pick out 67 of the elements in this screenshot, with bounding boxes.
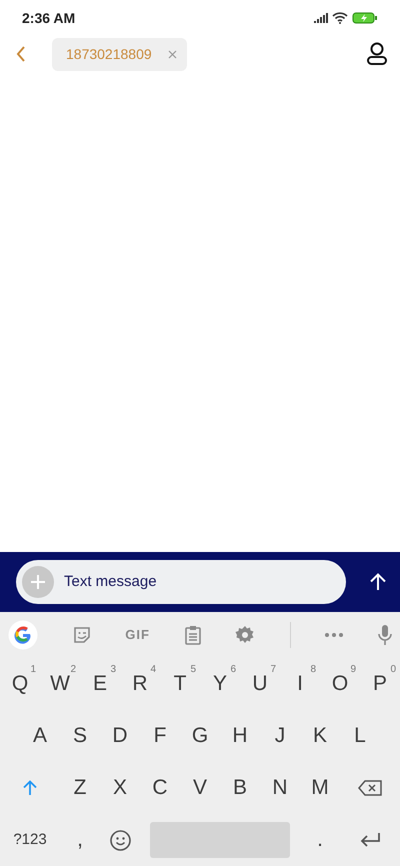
google-button[interactable] bbox=[8, 620, 38, 650]
recipient-number: 18730218809 bbox=[66, 44, 152, 64]
key-hint: 1 bbox=[30, 663, 36, 677]
key[interactable]: D bbox=[100, 710, 140, 762]
key[interactable]: P 0 bbox=[360, 658, 400, 710]
key[interactable]: N bbox=[260, 762, 300, 814]
key[interactable]: U 7 bbox=[240, 658, 280, 710]
smiley-icon bbox=[110, 830, 130, 850]
status-time: 2:36 AM bbox=[22, 8, 76, 28]
key[interactable]: M bbox=[300, 762, 340, 814]
key[interactable]: O 9 bbox=[320, 658, 360, 710]
contact-button[interactable] bbox=[366, 42, 388, 66]
sticker-icon bbox=[72, 626, 91, 644]
key[interactable]: Q 1 bbox=[0, 658, 40, 710]
key[interactable]: V bbox=[180, 762, 220, 814]
key[interactable]: R 4 bbox=[120, 658, 160, 710]
microphone-button[interactable] bbox=[378, 625, 392, 645]
key[interactable]: B bbox=[220, 762, 260, 814]
key[interactable]: C bbox=[140, 762, 180, 814]
key-hint: 6 bbox=[230, 663, 236, 677]
send-button[interactable] bbox=[370, 573, 386, 591]
key[interactable]: . bbox=[300, 814, 340, 866]
more-icon bbox=[325, 633, 344, 637]
settings-button[interactable] bbox=[235, 625, 256, 645]
key-hint: 2 bbox=[70, 663, 76, 677]
microphone-icon bbox=[378, 625, 392, 645]
key[interactable]: A bbox=[20, 710, 60, 762]
key[interactable]: L bbox=[340, 710, 380, 762]
symbols-key[interactable]: ?123 bbox=[0, 814, 60, 866]
plus-icon bbox=[30, 574, 46, 590]
key[interactable]: Y 6 bbox=[200, 658, 240, 710]
attach-button[interactable] bbox=[22, 566, 54, 598]
key[interactable]: J bbox=[260, 710, 300, 762]
key[interactable]: G bbox=[180, 710, 220, 762]
settings-icon bbox=[235, 625, 256, 645]
google-g-icon bbox=[8, 620, 38, 650]
key-hint: 9 bbox=[350, 663, 356, 677]
key[interactable]: T 5 bbox=[160, 658, 200, 710]
key[interactable]: H bbox=[220, 710, 260, 762]
enter-icon bbox=[360, 833, 380, 847]
key[interactable]: X bbox=[100, 762, 140, 814]
clipboard-button[interactable] bbox=[184, 625, 200, 645]
message-bar[interactable]: Text message bbox=[16, 560, 346, 604]
key-hint: 7 bbox=[270, 663, 276, 677]
key[interactable]: , bbox=[60, 814, 100, 866]
key-hint: 0 bbox=[390, 663, 396, 677]
close-icon[interactable] bbox=[168, 50, 177, 58]
person-icon bbox=[366, 42, 388, 66]
key-hint: 3 bbox=[110, 663, 116, 677]
arrow-up-icon bbox=[370, 573, 386, 591]
battery-charging-icon bbox=[352, 12, 378, 24]
signal-icon bbox=[314, 13, 328, 23]
key[interactable]: S bbox=[60, 710, 100, 762]
key[interactable]: K bbox=[300, 710, 340, 762]
key-hint: 8 bbox=[310, 663, 316, 677]
more-button[interactable] bbox=[325, 633, 344, 637]
sticker-button[interactable] bbox=[72, 626, 91, 644]
key-hint: 4 bbox=[150, 663, 156, 677]
clipboard-icon bbox=[184, 625, 200, 645]
key[interactable]: Z bbox=[60, 762, 100, 814]
wifi-icon bbox=[332, 12, 348, 24]
key[interactable]: E 3 bbox=[80, 658, 120, 710]
key-hint: 5 bbox=[190, 663, 196, 677]
backspace-icon bbox=[358, 780, 382, 796]
key[interactable]: W 2 bbox=[40, 658, 80, 710]
key[interactable]: I 8 bbox=[280, 658, 320, 710]
key[interactable]: F bbox=[140, 710, 180, 762]
